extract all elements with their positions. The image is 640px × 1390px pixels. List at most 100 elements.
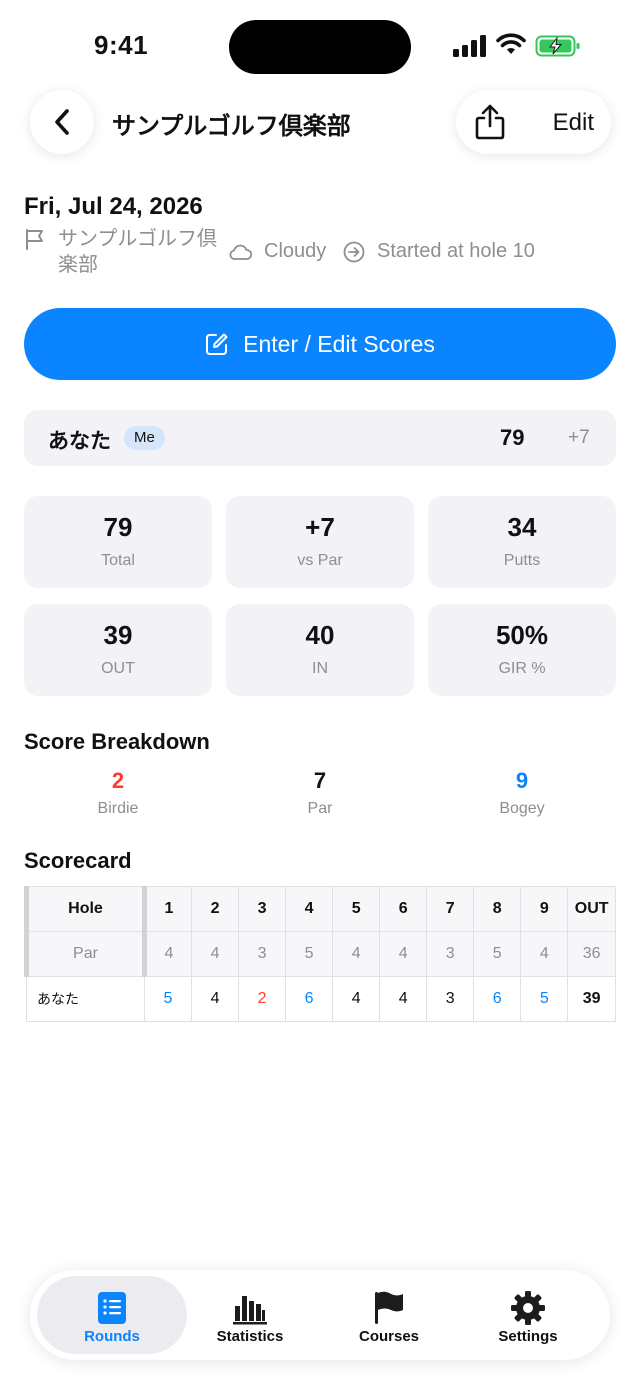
flag-outline-icon — [26, 229, 43, 250]
scorecard-table[interactable]: Hole 1 2 3 4 5 6 7 8 9 OUT Par 4 4 3 5 4… — [24, 886, 616, 1022]
edit-square-icon — [206, 333, 228, 355]
hole-number: 6 — [379, 886, 428, 932]
arrow-circle-right-icon — [343, 241, 365, 263]
tab-bar: Rounds Statistics Courses Settings — [30, 1270, 610, 1360]
tab-settings[interactable]: Settings — [453, 1276, 603, 1354]
hole-header: Hole — [24, 886, 147, 932]
out-header: OUT — [567, 886, 616, 932]
stat-label: GIR % — [498, 660, 546, 677]
stat-label: Total — [101, 552, 135, 569]
tab-label: Courses — [358, 1328, 420, 1345]
stat-tile-gir: 50% GIR % — [428, 604, 616, 696]
par-row: Par 4 4 3 5 4 4 3 5 4 36 — [24, 931, 616, 977]
tab-statistics[interactable]: Statistics — [175, 1276, 325, 1354]
hole-number: 5 — [332, 886, 381, 932]
par-out: 36 — [567, 931, 616, 977]
me-badge: Me — [124, 426, 165, 450]
hole-score[interactable]: 6 — [473, 976, 522, 1022]
page-title: サンプルゴルフ倶楽部 — [112, 113, 351, 140]
hole-score[interactable]: 3 — [426, 976, 475, 1022]
tab-courses[interactable]: Courses — [314, 1276, 464, 1354]
hole-number: 2 — [191, 886, 240, 932]
flag-icon — [375, 1291, 403, 1324]
hole-score[interactable]: 4 — [191, 976, 240, 1022]
edit-button[interactable]: Edit — [553, 109, 594, 137]
stat-value: 79 — [103, 512, 133, 542]
player-name: あなた — [48, 430, 111, 453]
scorecard-player-name: あなた — [26, 976, 145, 1022]
breakdown-par: 7 Par — [226, 768, 414, 818]
hole-score[interactable]: 4 — [379, 976, 428, 1022]
battery-charging-icon — [535, 35, 580, 57]
enter-edit-scores-label: Enter / Edit Scores — [243, 330, 435, 357]
start-hole-label: Started at hole 10 — [377, 240, 535, 262]
stat-tile-vs-par: +7 vs Par — [226, 496, 414, 588]
tab-rounds[interactable]: Rounds — [37, 1276, 187, 1354]
hole-score[interactable]: 5 — [520, 976, 569, 1022]
stat-label: IN — [312, 660, 328, 677]
par-value: 5 — [473, 931, 522, 977]
par-value: 4 — [332, 931, 381, 977]
stat-tile-in: 40 IN — [226, 604, 414, 696]
stat-label: Putts — [503, 552, 541, 569]
wifi-icon — [496, 33, 526, 54]
breakdown-count: 9 — [515, 768, 529, 793]
tab-label: Statistics — [216, 1328, 284, 1345]
par-value: 4 — [191, 931, 240, 977]
par-header: Par — [24, 931, 147, 977]
weather-label: Cloudy — [264, 240, 327, 262]
hole-number: 1 — [143, 886, 193, 932]
breakdown-count: 2 — [111, 768, 125, 793]
hole-number: 4 — [285, 886, 334, 932]
share-icon[interactable] — [474, 104, 506, 140]
hole-score[interactable]: 2 — [238, 976, 287, 1022]
gear-icon — [511, 1291, 545, 1325]
statistics-icon — [233, 1296, 267, 1325]
dynamic-island — [229, 20, 411, 74]
par-value: 3 — [238, 931, 287, 977]
tab-label: Rounds — [84, 1328, 140, 1345]
hole-score[interactable]: 6 — [285, 976, 334, 1022]
par-value: 5 — [285, 931, 334, 977]
status-bar: 9:41 — [0, 0, 640, 90]
score-out: 39 — [567, 976, 616, 1022]
breakdown-bogey: 9 Bogey — [428, 768, 616, 818]
back-button[interactable] — [30, 90, 94, 154]
cellular-signal-icon — [453, 35, 486, 57]
stat-value: 39 — [103, 620, 133, 650]
tab-label: Settings — [498, 1328, 558, 1345]
par-value: 4 — [379, 931, 428, 977]
player-total-score: 79 — [500, 425, 525, 450]
stat-label: vs Par — [297, 552, 343, 569]
round-date: Fri, Jul 24, 2026 — [24, 193, 203, 220]
hole-number: 7 — [426, 886, 475, 932]
hole-number: 9 — [520, 886, 569, 932]
stat-tile-total: 79 Total — [24, 496, 212, 588]
enter-edit-scores-button[interactable]: Enter / Edit Scores — [24, 308, 616, 380]
hole-score[interactable]: 5 — [143, 976, 193, 1022]
breakdown-count: 7 — [313, 768, 327, 793]
par-value: 3 — [426, 931, 475, 977]
stat-value: 50% — [495, 620, 549, 650]
breakdown-label: Par — [307, 800, 333, 817]
header-actions: Edit — [456, 90, 611, 154]
player-row[interactable]: あなた Me 79 +7 — [24, 410, 616, 466]
par-value: 4 — [143, 931, 193, 977]
breakdown-label: Bogey — [499, 800, 545, 817]
stat-tile-out: 39 OUT — [24, 604, 212, 696]
status-time: 9:41 — [94, 30, 149, 60]
hole-score[interactable]: 4 — [332, 976, 381, 1022]
stat-tile-putts: 34 Putts — [428, 496, 616, 588]
hole-row: Hole 1 2 3 4 5 6 7 8 9 OUT — [24, 886, 616, 932]
chevron-left-icon — [55, 109, 69, 135]
stat-value: 34 — [507, 512, 537, 542]
stat-value: +7 — [305, 512, 335, 542]
rounds-icon — [98, 1292, 126, 1324]
score-breakdown-title: Score Breakdown — [24, 729, 210, 754]
player-score-diff: +7 — [568, 427, 590, 448]
player-score-row[interactable]: あなた 5 4 2 6 4 4 3 6 5 39 — [26, 976, 616, 1022]
breakdown-label: Birdie — [97, 800, 139, 817]
course-name: サンプルゴルフ倶楽部 — [58, 228, 217, 276]
cloud-icon — [229, 244, 253, 260]
scorecard-title: Scorecard — [24, 848, 132, 873]
